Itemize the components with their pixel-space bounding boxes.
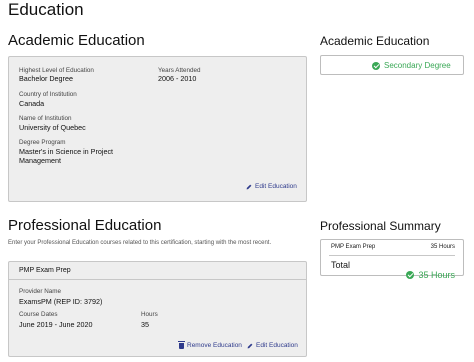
check-circle-icon — [406, 271, 415, 279]
summary-total-value-wrap: 35 Hours — [406, 270, 455, 280]
course-name: PMP Exam Prep — [19, 267, 71, 274]
summary-total-value: 35 Hours — [418, 270, 455, 280]
academic-education-heading: Academic Education — [8, 32, 145, 49]
professional-summary-heading: Professional Summary — [320, 219, 441, 233]
page-title: Education — [8, 0, 84, 19]
trash-icon — [178, 341, 185, 349]
degree-program-label: Degree Program — [19, 139, 66, 146]
pencil-icon — [247, 343, 253, 348]
pencil-icon — [246, 184, 252, 189]
secondary-degree-label: Secondary Degree — [384, 61, 451, 70]
course-dates-label: Course Dates — [19, 311, 58, 318]
country-label: Country of Institution — [19, 91, 77, 98]
edit-professional-education-link[interactable]: Edit Education — [247, 342, 298, 349]
summary-row: PMP Exam Prep 35 Hours — [331, 244, 455, 250]
remove-education-label: Remove Education — [187, 342, 242, 349]
academic-education-card: Highest Level of Education Bachelor Degr… — [8, 56, 307, 202]
summary-total-label: Total — [331, 260, 351, 270]
institution-value: University of Quebec — [19, 123, 86, 132]
summary-divider — [329, 255, 455, 256]
years-attended-value: 2006 - 2010 — [158, 74, 197, 83]
summary-total-row: Total 35 Hours — [331, 260, 455, 280]
summary-course-name: PMP Exam Prep — [331, 244, 376, 250]
highest-level-label: Highest Level of Education — [19, 67, 94, 74]
provider-name-label: Provider Name — [19, 288, 61, 295]
course-card-header: PMP Exam Prep — [9, 262, 306, 280]
degree-program-value-line1: Master's in Science in Project — [19, 147, 114, 156]
edit-academic-education-link[interactable]: Edit Education — [246, 183, 297, 190]
highest-level-value: Bachelor Degree — [19, 74, 73, 83]
institution-label: Name of Institution — [19, 115, 72, 122]
remove-education-link[interactable]: Remove Education — [178, 341, 242, 349]
country-value: Canada — [19, 99, 45, 108]
professional-summary-card: PMP Exam Prep 35 Hours Total 35 Hours — [320, 239, 464, 280]
professional-education-intro: Enter your Professional Education course… — [8, 240, 272, 246]
edit-academic-education-label: Edit Education — [255, 183, 297, 190]
summary-course-hours: 35 Hours — [430, 244, 455, 250]
degree-program-value-line2: Management — [19, 156, 61, 165]
secondary-degree-badge: Secondary Degree — [320, 55, 464, 75]
professional-education-heading: Professional Education — [8, 217, 162, 234]
years-attended-label: Years Attended — [158, 67, 201, 74]
professional-course-card: PMP Exam Prep Provider Name ExamsPM (REP… — [8, 261, 307, 357]
check-circle-icon — [372, 61, 380, 70]
course-dates-value: June 2019 - June 2020 — [19, 320, 93, 329]
academic-side-heading: Academic Education — [320, 34, 430, 48]
hours-label: Hours — [141, 311, 158, 318]
provider-name-value: ExamsPM (REP ID: 3792) — [19, 297, 103, 306]
edit-professional-education-label: Edit Education — [256, 342, 298, 349]
hours-value: 35 — [141, 320, 149, 329]
